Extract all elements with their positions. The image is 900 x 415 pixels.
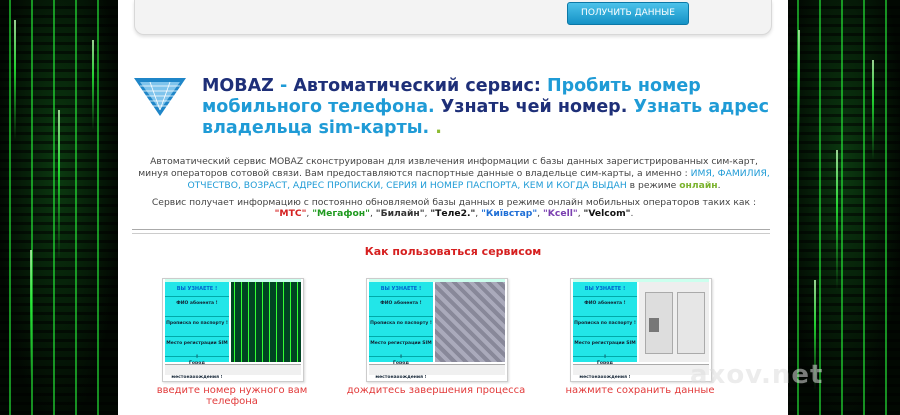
search-form-panel: ПОЛУЧИТЬ ДАННЫЕ (134, 0, 772, 35)
mobaz-logo-icon (134, 78, 186, 116)
map-preview (435, 282, 505, 362)
step-caption-1: введите номер нужного вам телефона (156, 385, 308, 407)
operator-beeline: "Билайн" (375, 208, 425, 219)
operators-info: Сервис получает информацию с постоянно о… (138, 197, 770, 219)
operator-radio-bar (165, 364, 301, 375)
step-screenshot-wait-process: ВЫ УЗНАЕТЕ ! ФИО абонента ! Прописка по … (366, 278, 508, 382)
online-label: онлайн (679, 180, 718, 191)
how-to-title: Как пользоваться сервисом (364, 245, 542, 258)
operator-mts: "МТС" (274, 208, 307, 219)
operator-kcell: "Kcell" (543, 208, 578, 219)
operators-list: "МТС", "Мегафон", "Билайн", "Теле2.", "К… (274, 208, 634, 219)
operator-velcom: "Velcom" (583, 208, 631, 219)
divider (132, 233, 770, 234)
watermark: axov.net (660, 330, 900, 415)
page-headline: MOBAZ - Автоматический сервис: Пробить н… (202, 76, 770, 138)
operator-kyivstar: "Київстар" (481, 208, 538, 219)
watermark-text: axov.net (690, 360, 824, 390)
operator-tele2: "Теле2." (430, 208, 476, 219)
step-menu: ВЫ УЗНАЕТЕ ! ФИО абонента ! Прописка по … (369, 282, 433, 380)
brand-name: MOBAZ (202, 76, 274, 96)
matrix-preview (231, 282, 301, 362)
divider (132, 229, 770, 230)
operator-megafon: "Мегафон" (312, 208, 370, 219)
step-caption-2: дождитесь завершения процесса (346, 385, 526, 396)
step-screenshot-enter-number: ВЫ УЗНАЕТЕ ! ФИО абонента ! Прописка по … (162, 278, 304, 382)
operators-intro: Сервис получает информацию с постоянно о… (151, 197, 757, 208)
step-menu: ВЫ УЗНАЕТЕ ! ФИО абонента ! Прописка по … (573, 282, 637, 380)
matrix-background-left (0, 0, 118, 415)
step-menu: ВЫ УЗНАЕТЕ ! ФИО абонента ! Прописка по … (165, 282, 229, 380)
get-data-button[interactable]: ПОЛУЧИТЬ ДАННЫЕ (567, 2, 689, 25)
service-description: Автоматический сервис MOBAZ сконструиров… (138, 156, 770, 191)
operator-radio-bar (369, 364, 505, 375)
